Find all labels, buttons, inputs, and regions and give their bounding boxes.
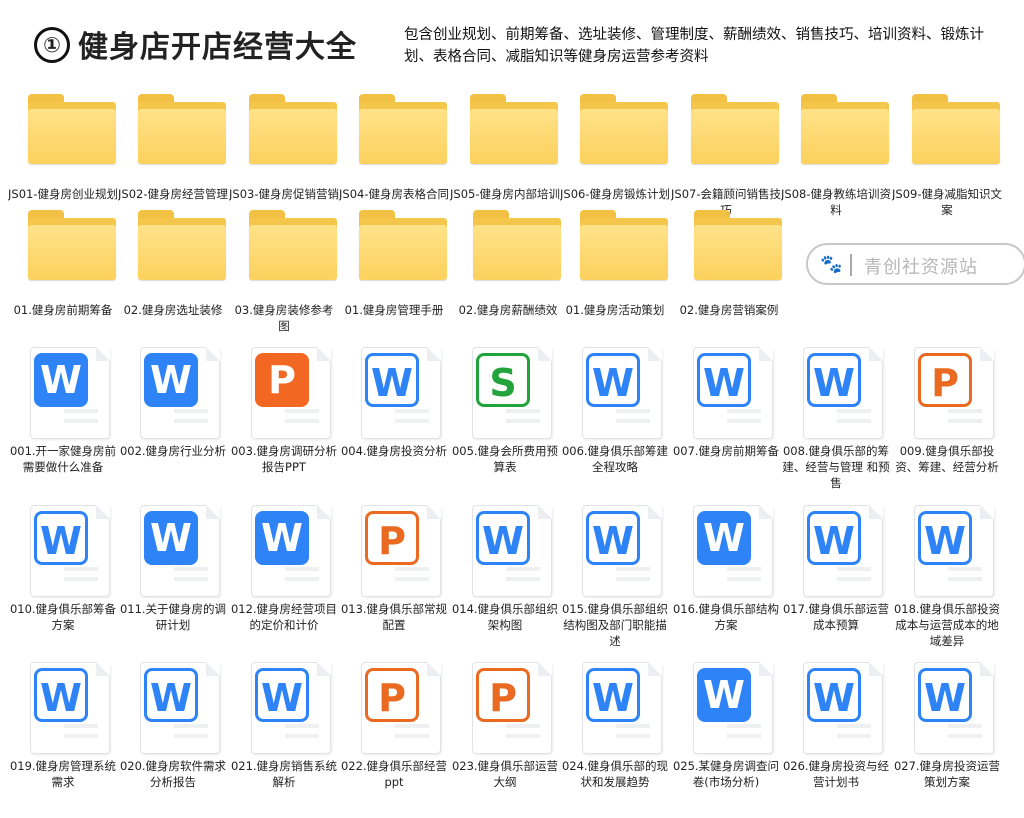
folder-icon: [694, 210, 782, 280]
presentation-icon: P: [472, 662, 552, 754]
file-label: 003.健身房调研分析报告PPT: [230, 444, 338, 474]
watermark-badge: 🐾 青创社资源站: [806, 243, 1024, 285]
file-label: 016.健身俱乐部结构方案: [672, 602, 780, 632]
file-label: 021.健身房销售系统解析: [230, 759, 338, 789]
file-label: 006.健身俱乐部筹建全程攻略: [561, 444, 669, 474]
number-badge: ①: [34, 27, 70, 63]
page-description: 包含创业规划、前期筹备、选址装修、管理制度、薪酬绩效、销售技巧、培训资料、锻炼计…: [404, 27, 984, 65]
file-label: 002.健身房行业分析: [119, 444, 227, 458]
word-document-icon: W: [30, 505, 110, 597]
file-label: 012.健身房经营项目的定价和计价: [230, 602, 338, 632]
folder-icon: [359, 210, 447, 280]
file-label: 026.健身房投资与经营计划书: [782, 759, 890, 789]
folder-label: 01.健身房管理手册: [344, 303, 444, 317]
file-label: 013.健身俱乐部常规配置: [340, 602, 448, 632]
watermark-text: 青创社资源站: [864, 257, 978, 278]
file-label: 015.健身俱乐部组织结构图及部门职能描述: [561, 602, 669, 648]
file-label: 024.健身俱乐部的现状和发展趋势: [561, 759, 669, 789]
folder-label: 02.健身房选址装修: [123, 303, 223, 317]
folder-icon: [580, 210, 668, 280]
word-document-icon: W: [30, 347, 110, 439]
folder-label: 02.健身房薪酬绩效: [458, 303, 558, 317]
folder-icon: [470, 94, 558, 164]
folder-icon: [138, 94, 226, 164]
presentation-icon: P: [251, 347, 331, 439]
word-document-icon: W: [582, 347, 662, 439]
header: ① 健身店开店经营大全 包含创业规划、前期筹备、选址装修、管理制度、薪酬绩效、销…: [0, 0, 1024, 80]
word-document-icon: W: [140, 347, 220, 439]
presentation-icon: P: [361, 505, 441, 597]
presentation-icon: P: [361, 662, 441, 754]
folder-icon: [691, 94, 779, 164]
file-label: 027.健身房投资运营策划方案: [893, 759, 1001, 789]
file-label: 014.健身俱乐部组织架构图: [451, 602, 559, 632]
word-document-icon: W: [30, 662, 110, 754]
file-label: 004.健身房投资分析: [340, 444, 448, 458]
paw-icon: 🐾: [820, 254, 843, 275]
file-label: 010.健身俱乐部筹备方案: [9, 602, 117, 632]
word-document-icon: W: [582, 662, 662, 754]
folder-label: 01.健身房前期筹备: [13, 303, 113, 317]
spreadsheet-icon: S: [472, 347, 552, 439]
folder-label: JS08-健身教练培训资料: [781, 187, 891, 217]
folder-icon: [28, 94, 116, 164]
folder-icon: [359, 94, 447, 164]
folder-icon: [473, 210, 561, 280]
file-label: 008.健身俱乐部的筹建、经营与管理 和预售: [782, 444, 890, 490]
word-document-icon: W: [251, 662, 331, 754]
folder-icon: [249, 210, 337, 280]
word-document-icon: W: [914, 505, 994, 597]
file-label: 011.关于健身房的调研计划: [119, 602, 227, 632]
folder-label: 02.健身房营销案例: [679, 303, 779, 317]
word-document-icon: W: [251, 505, 331, 597]
file-label: 023.健身俱乐部运营大纲: [451, 759, 559, 789]
word-document-icon: W: [140, 662, 220, 754]
file-label: 005.健身会所费用预算表: [451, 444, 559, 474]
word-document-icon: W: [472, 505, 552, 597]
word-document-icon: W: [803, 505, 883, 597]
word-document-icon: W: [803, 662, 883, 754]
file-label: 022.健身俱乐部经营ppt: [340, 759, 448, 789]
file-label: 025.某健身房调查问卷(市场分析): [672, 759, 780, 789]
folder-label: JS09-健身减脂知识文案: [892, 187, 1002, 217]
folder-icon: [580, 94, 668, 164]
folder-label: 01.健身房活动策划: [565, 303, 665, 317]
word-document-icon: W: [693, 662, 773, 754]
word-document-icon: W: [140, 505, 220, 597]
file-label: 001.开一家健身房前需要做什么准备: [9, 444, 117, 474]
word-document-icon: W: [361, 347, 441, 439]
word-document-icon: W: [914, 662, 994, 754]
folder-icon: [912, 94, 1000, 164]
presentation-icon: P: [914, 347, 994, 439]
watermark-divider: [850, 254, 852, 276]
file-label: 009.健身俱乐部投资、筹建、经营分析: [895, 444, 999, 474]
word-document-icon: W: [803, 347, 883, 439]
file-label: 017.健身俱乐部运营成本预算: [782, 602, 890, 632]
folder-icon: [28, 210, 116, 280]
word-document-icon: W: [693, 505, 773, 597]
word-document-icon: W: [693, 347, 773, 439]
file-label: 020.健身房软件需求分析报告: [119, 759, 227, 789]
file-label: 018.健身俱乐部投资成本与运营成本的地域差异: [893, 602, 1001, 648]
folder-icon: [801, 94, 889, 164]
file-label: 019.健身房管理系统需求: [9, 759, 117, 789]
folder-icon: [249, 94, 337, 164]
file-label: 007.健身房前期筹备: [672, 444, 780, 458]
folder-icon: [138, 210, 226, 280]
folder-label: 03.健身房装修参考图: [234, 303, 334, 333]
page-title: 健身店开店经营大全: [78, 30, 357, 65]
word-document-icon: W: [582, 505, 662, 597]
